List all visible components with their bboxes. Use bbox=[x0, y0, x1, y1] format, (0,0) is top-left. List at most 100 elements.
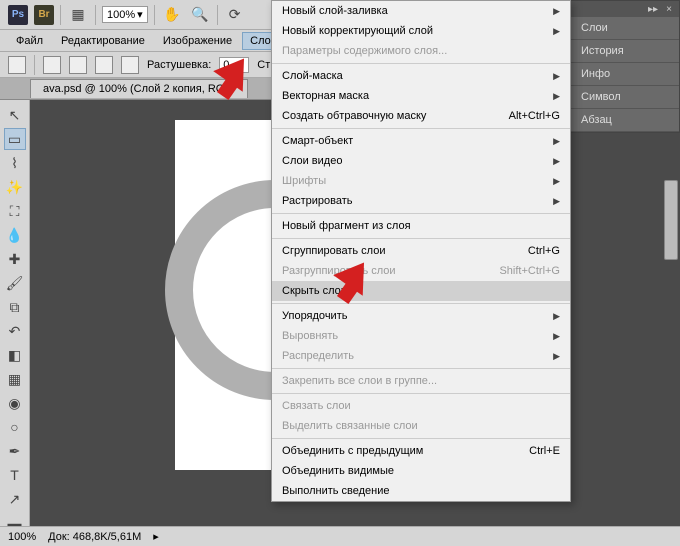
status-zoom[interactable]: 100% bbox=[8, 531, 36, 543]
label: Объединить видимые bbox=[282, 465, 394, 477]
panel-tab-info[interactable]: Инфо bbox=[571, 63, 679, 86]
layers-dropdown: Новый слой-заливка▶ Новый корректирующий… bbox=[271, 0, 571, 502]
label: Слой-маска bbox=[282, 70, 343, 82]
menu-separator bbox=[272, 128, 570, 129]
separator bbox=[95, 5, 96, 25]
label: Смарт-объект bbox=[282, 135, 353, 147]
selection-mode-add[interactable] bbox=[69, 56, 87, 74]
wand-tool[interactable]: ✨ bbox=[4, 176, 26, 198]
label: Выполнить сведение bbox=[282, 485, 390, 497]
marquee-icon[interactable] bbox=[8, 56, 26, 74]
document-tab[interactable]: ava.psd @ 100% (Слой 2 копия, RGB/ bbox=[30, 79, 248, 98]
menu-clipping-mask[interactable]: Создать обтравочную маску Alt+Ctrl+G bbox=[272, 106, 570, 126]
menu-new-adjust[interactable]: Новый корректирующий слой ▶ bbox=[272, 21, 570, 41]
shortcut: Shift+Ctrl+G bbox=[499, 265, 560, 277]
submenu-arrow-icon: ▶ bbox=[553, 26, 560, 37]
submenu-arrow-icon: ▶ bbox=[553, 176, 560, 187]
menu-file[interactable]: Файл bbox=[8, 32, 51, 50]
menu-group[interactable]: Сгруппировать слоиCtrl+G bbox=[272, 241, 570, 261]
label: Параметры содержимого слоя... bbox=[282, 45, 447, 57]
panel-tab-history[interactable]: История bbox=[571, 40, 679, 63]
chevron-down-icon: ▾ bbox=[137, 8, 143, 21]
zoom-value: 100% bbox=[107, 9, 135, 21]
submenu-arrow-icon: ▶ bbox=[553, 6, 560, 17]
chevron-right-icon[interactable]: ▸ bbox=[153, 530, 159, 543]
panel-tab-paragraph[interactable]: Абзац bbox=[571, 109, 679, 132]
gradient-tool[interactable]: ▦ bbox=[4, 368, 26, 390]
status-bar: 100% Док: 468,8K/5,61M ▸ bbox=[0, 526, 680, 546]
panel-close-icon[interactable]: × bbox=[663, 3, 675, 15]
pen-tool[interactable]: ✒ bbox=[4, 440, 26, 462]
path-tool[interactable]: ↗ bbox=[4, 488, 26, 510]
menu-separator bbox=[272, 393, 570, 394]
grid-icon[interactable]: ▦ bbox=[67, 4, 89, 26]
blur-tool[interactable]: ◉ bbox=[4, 392, 26, 414]
selection-mode-new[interactable] bbox=[43, 56, 61, 74]
shortcut: Ctrl+G bbox=[528, 245, 560, 257]
label: Новый фрагмент из слоя bbox=[282, 220, 411, 232]
menu-content-params: Параметры содержимого слоя... bbox=[272, 41, 570, 61]
eyedropper-tool[interactable]: 💧 bbox=[4, 224, 26, 246]
menu-hide-layers[interactable]: Скрыть слои bbox=[272, 281, 570, 301]
panel-tab-layers[interactable]: Слои bbox=[571, 17, 679, 40]
label: Закрепить все слои в группе... bbox=[282, 375, 437, 387]
label: Создать обтравочную маску bbox=[282, 110, 426, 122]
type-tool[interactable]: T bbox=[4, 464, 26, 486]
selection-mode-intersect[interactable] bbox=[121, 56, 139, 74]
menu-smart-object[interactable]: Смарт-объект ▶ bbox=[272, 131, 570, 151]
status-doc-info: Док: 468,8K/5,61M bbox=[48, 531, 141, 543]
menu-align: Выровнять▶ bbox=[272, 326, 570, 346]
menu-image[interactable]: Изображение bbox=[155, 32, 240, 50]
menu-video-layers[interactable]: Слои видео ▶ bbox=[272, 151, 570, 171]
lasso-tool[interactable]: ⌇ bbox=[4, 152, 26, 174]
crop-tool[interactable]: ⛶ bbox=[4, 200, 26, 222]
panel-tab-symbol[interactable]: Символ bbox=[571, 86, 679, 109]
shortcut: Alt+Ctrl+G bbox=[509, 110, 560, 122]
br-icon[interactable]: Br bbox=[34, 5, 54, 25]
menu-new-fragment[interactable]: Новый фрагмент из слоя bbox=[272, 216, 570, 236]
stamp-tool[interactable]: ⧉ bbox=[4, 296, 26, 318]
ps-icon[interactable]: Ps bbox=[8, 5, 28, 25]
menu-distribute: Распределить▶ bbox=[272, 346, 570, 366]
history-brush-tool[interactable]: ↶ bbox=[4, 320, 26, 342]
menu-layer-mask[interactable]: Слой-маска▶ bbox=[272, 66, 570, 86]
panel-header: ▸▸ × bbox=[571, 1, 679, 17]
rotate-icon[interactable]: ⟳ bbox=[224, 4, 246, 26]
menu-arrange[interactable]: Упорядочить▶ bbox=[272, 306, 570, 326]
menu-rasterize[interactable]: Растрировать ▶ bbox=[272, 191, 570, 211]
menu-flatten[interactable]: Выполнить сведение bbox=[272, 481, 570, 501]
zoom-icon[interactable]: 🔍 bbox=[189, 4, 211, 26]
menu-vector-mask[interactable]: Векторная маска▶ bbox=[272, 86, 570, 106]
move-tool[interactable]: ↖ bbox=[4, 104, 26, 126]
menu-separator bbox=[272, 63, 570, 64]
menu-merge-visible[interactable]: Объединить видимые bbox=[272, 461, 570, 481]
eraser-tool[interactable]: ◧ bbox=[4, 344, 26, 366]
label: Растрировать bbox=[282, 195, 353, 207]
brush-tool[interactable]: 🖌 bbox=[4, 272, 26, 294]
submenu-arrow-icon: ▶ bbox=[553, 156, 560, 167]
label: Новый корректирующий слой bbox=[282, 25, 433, 37]
separator bbox=[217, 5, 218, 25]
heal-tool[interactable]: ✚ bbox=[4, 248, 26, 270]
scrollbar-thumb[interactable] bbox=[664, 180, 678, 260]
menu-lock-all: Закрепить все слои в группе... bbox=[272, 371, 570, 391]
menu-edit[interactable]: Редактирование bbox=[53, 32, 153, 50]
panel-group: ▸▸ × Слои История Инфо Символ Абзац bbox=[570, 0, 680, 133]
label: Шрифты bbox=[282, 175, 326, 187]
submenu-arrow-icon: ▶ bbox=[553, 136, 560, 147]
submenu-arrow-icon: ▶ bbox=[553, 331, 560, 342]
style-label: Ст bbox=[257, 59, 270, 71]
zoom-level[interactable]: 100% ▾ bbox=[102, 6, 148, 23]
menu-link: Связать слои bbox=[272, 396, 570, 416]
dodge-tool[interactable]: ○ bbox=[4, 416, 26, 438]
label: Слои видео bbox=[282, 155, 342, 167]
marquee-tool[interactable]: ▭ bbox=[4, 128, 26, 150]
submenu-arrow-icon: ▶ bbox=[553, 196, 560, 207]
menu-new-fill[interactable]: Новый слой-заливка▶ bbox=[272, 1, 570, 21]
hand-icon[interactable]: ✋ bbox=[161, 4, 183, 26]
selection-mode-subtract[interactable] bbox=[95, 56, 113, 74]
menu-separator bbox=[272, 213, 570, 214]
menu-separator bbox=[272, 303, 570, 304]
menu-merge-prev[interactable]: Объединить с предыдущимCtrl+E bbox=[272, 441, 570, 461]
panel-collapse-icon[interactable]: ▸▸ bbox=[647, 3, 659, 15]
